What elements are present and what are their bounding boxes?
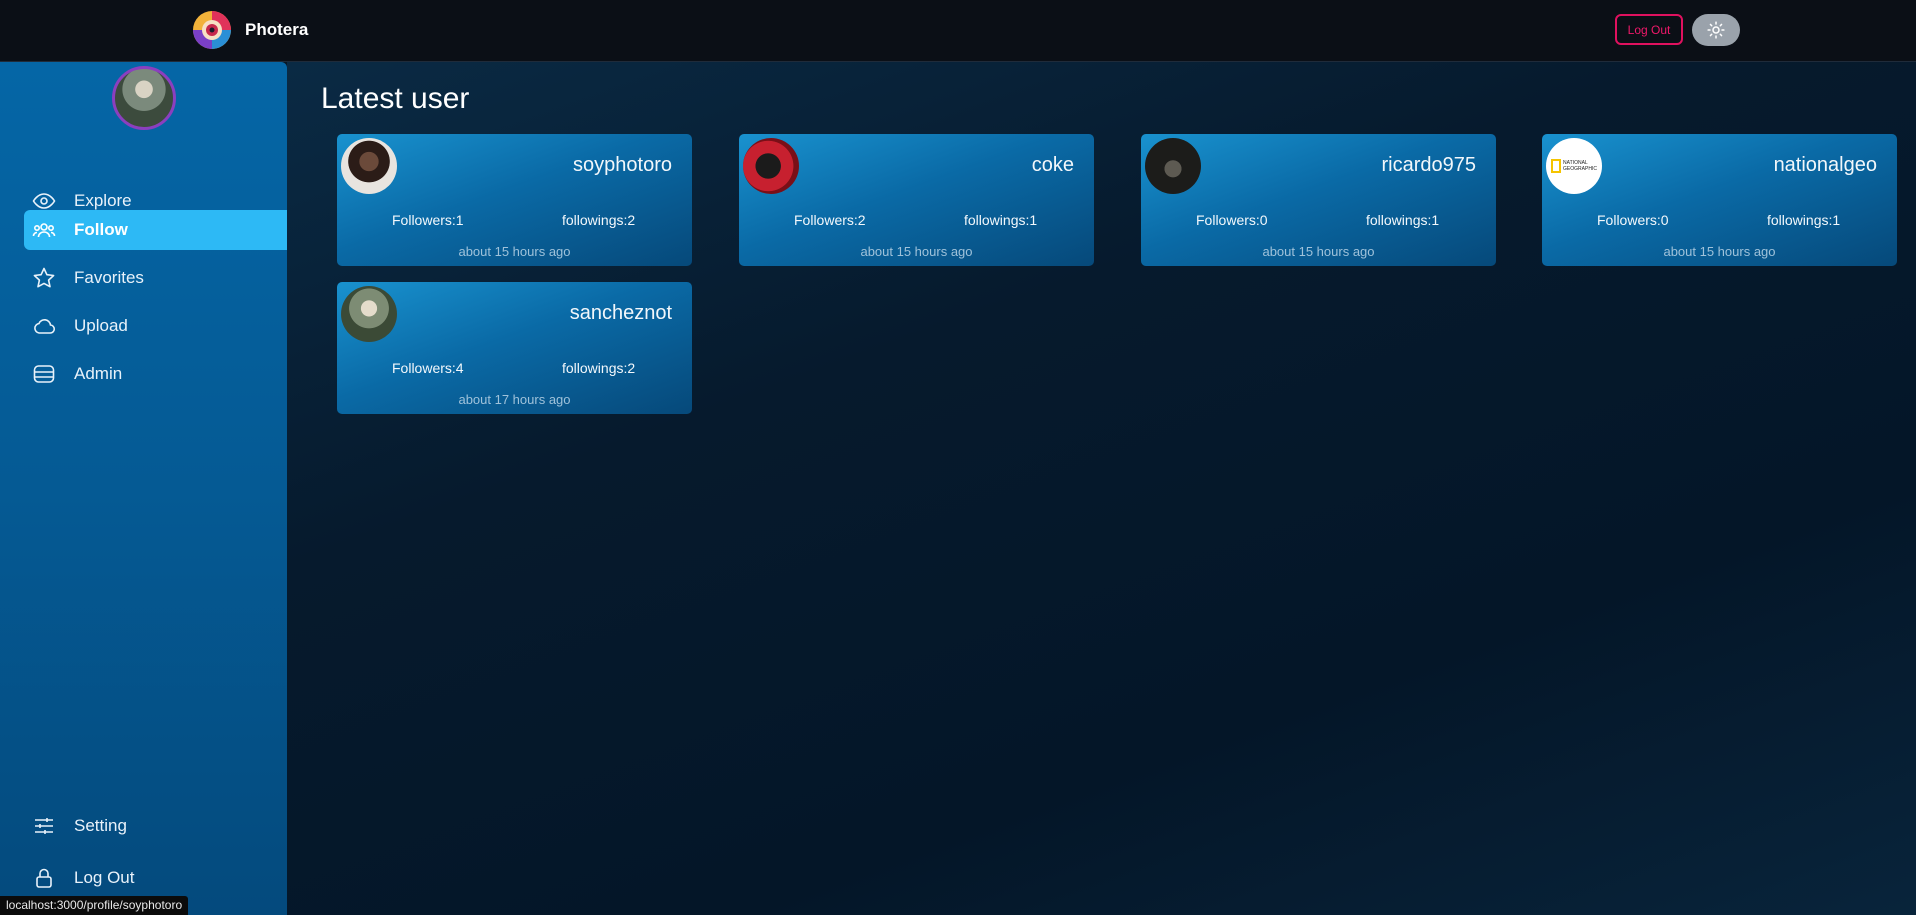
sidebar: Explore Follow Favorites Upload Admin Se… xyxy=(0,62,287,915)
sidebar-item-label: Log Out xyxy=(74,868,135,887)
user-avatar[interactable] xyxy=(112,66,176,130)
followers-count: Followers:0 xyxy=(1196,212,1268,228)
joined-time: about 15 hours ago xyxy=(1663,244,1776,259)
user-card[interactable]: soyphotoro Followers:1 followings:2 abou… xyxy=(337,134,692,266)
avatar[interactable] xyxy=(743,138,799,194)
avatar[interactable] xyxy=(341,286,397,342)
user-card[interactable]: sancheznot Followers:4 followings:2 abou… xyxy=(337,282,692,414)
followings-count: followings:2 xyxy=(562,360,636,376)
followers-count: Followers:1 xyxy=(392,212,464,228)
theme-toggle-button[interactable] xyxy=(1692,14,1740,46)
sidebar-item-admin[interactable]: Admin xyxy=(24,354,287,394)
page-title: Latest user xyxy=(321,82,470,115)
sun-icon xyxy=(1707,21,1725,39)
joined-time: about 15 hours ago xyxy=(458,244,571,259)
lock-icon xyxy=(36,868,52,888)
database-icon xyxy=(33,365,55,383)
user-card[interactable]: NATIONAL GEOGRAPHIC nationalgeo Followers… xyxy=(1542,134,1897,266)
joined-time: about 15 hours ago xyxy=(1262,244,1375,259)
followers-count: Followers:4 xyxy=(392,360,464,376)
brand-name: Photera xyxy=(245,20,309,39)
sidebar-item-label: Explore xyxy=(74,191,132,210)
star-icon xyxy=(33,267,55,288)
joined-time: about 15 hours ago xyxy=(860,244,973,259)
followings-count: followings:2 xyxy=(562,212,636,228)
national-geographic-logo-icon xyxy=(1551,159,1562,173)
sidebar-item-upload[interactable]: Upload xyxy=(24,306,287,346)
username[interactable]: coke xyxy=(1032,154,1074,177)
sidebar-item-logout[interactable]: Log Out xyxy=(24,858,287,898)
logout-button[interactable]: Log Out xyxy=(1615,14,1683,45)
sidebar-item-label: Admin xyxy=(74,364,123,383)
username[interactable]: ricardo975 xyxy=(1381,154,1476,177)
avatar[interactable] xyxy=(1145,138,1201,194)
cloud-icon xyxy=(34,319,56,334)
followers-count: Followers:2 xyxy=(794,212,866,228)
user-card[interactable]: coke Followers:2 followings:1 about 15 h… xyxy=(739,134,1094,266)
sliders-icon xyxy=(35,818,53,834)
followings-count: followings:1 xyxy=(1366,212,1440,228)
link-preview-status: localhost:3000/profile/soyphotoro xyxy=(0,896,189,915)
sidebar-item-setting[interactable]: Setting xyxy=(24,806,287,846)
sidebar-item-label: Setting xyxy=(74,816,127,835)
brand[interactable]: Photera xyxy=(191,8,308,52)
username[interactable]: sancheznot xyxy=(570,302,672,325)
joined-time: about 17 hours ago xyxy=(458,392,571,407)
followings-count: followings:1 xyxy=(964,212,1038,228)
sidebar-item-label: Upload xyxy=(74,316,128,335)
followings-count: followings:1 xyxy=(1767,212,1841,228)
username[interactable]: soyphotoro xyxy=(573,154,672,177)
top-bar: Photera Log Out xyxy=(0,0,1916,62)
username[interactable]: nationalgeo xyxy=(1774,154,1877,177)
sidebar-item-follow[interactable]: Follow xyxy=(24,210,287,250)
user-card[interactable]: ricardo975 Followers:0 followings:1 abou… xyxy=(1141,134,1496,266)
sidebar-item-label: Favorites xyxy=(74,268,144,287)
sidebar-item-label: Follow xyxy=(74,220,128,239)
avatar[interactable]: NATIONAL GEOGRAPHIC xyxy=(1546,138,1602,194)
followers-count: Followers:0 xyxy=(1597,212,1669,228)
users-icon xyxy=(32,223,56,238)
sidebar-item-favorites[interactable]: Favorites xyxy=(24,258,287,298)
main-content: Latest user soyphotoro Followers:1 follo… xyxy=(287,62,1916,915)
avatar[interactable] xyxy=(341,138,397,194)
photera-logo-icon xyxy=(191,8,233,52)
